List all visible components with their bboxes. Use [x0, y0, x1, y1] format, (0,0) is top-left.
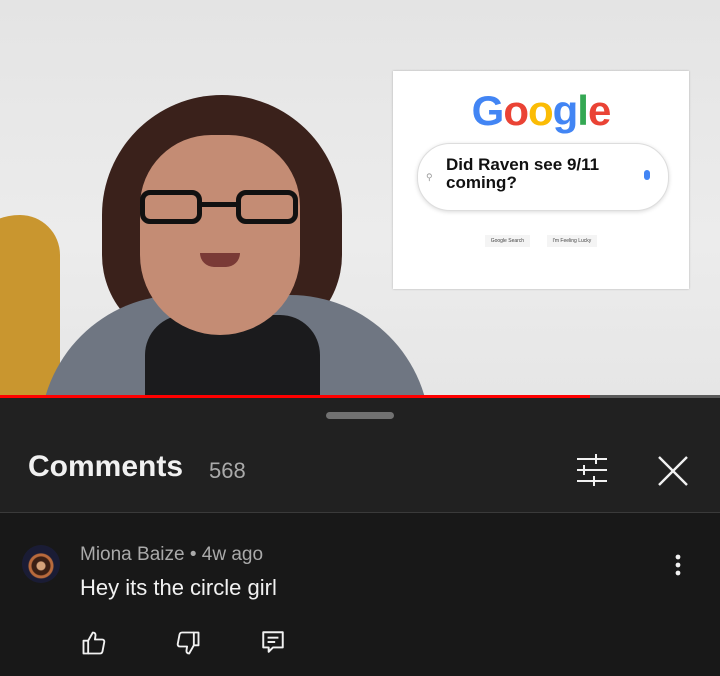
comment-text: Hey its the circle girl [80, 575, 277, 600]
more-vertical-icon[interactable] [668, 551, 688, 579]
filter-sliders-icon[interactable] [574, 452, 610, 488]
reply-icon[interactable] [260, 629, 286, 655]
mouth [200, 253, 240, 267]
microphone-icon [644, 170, 650, 180]
search-icon: ⚲ [426, 172, 433, 182]
face [140, 135, 300, 335]
comment-age: 4w ago [201, 544, 264, 565]
google-search-button: Google Search [484, 235, 531, 247]
comment-meta: Miona Baize • 4w ago [80, 544, 263, 566]
dislike-icon[interactable] [174, 629, 202, 657]
comments-count: 568 [209, 458, 246, 483]
comments-sheet: Comments 568 Miona Baize • 4w ago Hey it… [0, 398, 720, 676]
comment-item: Miona Baize • 4w ago Hey its the circle … [0, 513, 720, 676]
video-player[interactable]: Google ⚲ Did Raven see 9/11 coming? Goog… [0, 0, 720, 398]
google-search-card: Google ⚲ Did Raven see 9/11 coming? Goog… [393, 71, 689, 289]
avatar[interactable] [22, 545, 60, 583]
feeling-lucky-button: I'm Feeling Lucky [546, 235, 598, 247]
drag-handle[interactable] [326, 412, 394, 419]
google-logo: Google [471, 87, 612, 134]
google-search-query: Did Raven see 9/11 coming? [446, 155, 600, 192]
like-icon[interactable] [80, 629, 108, 657]
comment-author[interactable]: Miona Baize [80, 544, 185, 565]
google-search-box: ⚲ Did Raven see 9/11 coming? [417, 143, 669, 211]
close-icon[interactable] [654, 452, 692, 490]
meta-separator: • [189, 544, 197, 565]
glasses [140, 190, 300, 230]
video-person [40, 95, 430, 398]
comments-title: Comments [28, 450, 184, 483]
google-buttons: Google Search I'm Feeling Lucky [393, 229, 689, 247]
